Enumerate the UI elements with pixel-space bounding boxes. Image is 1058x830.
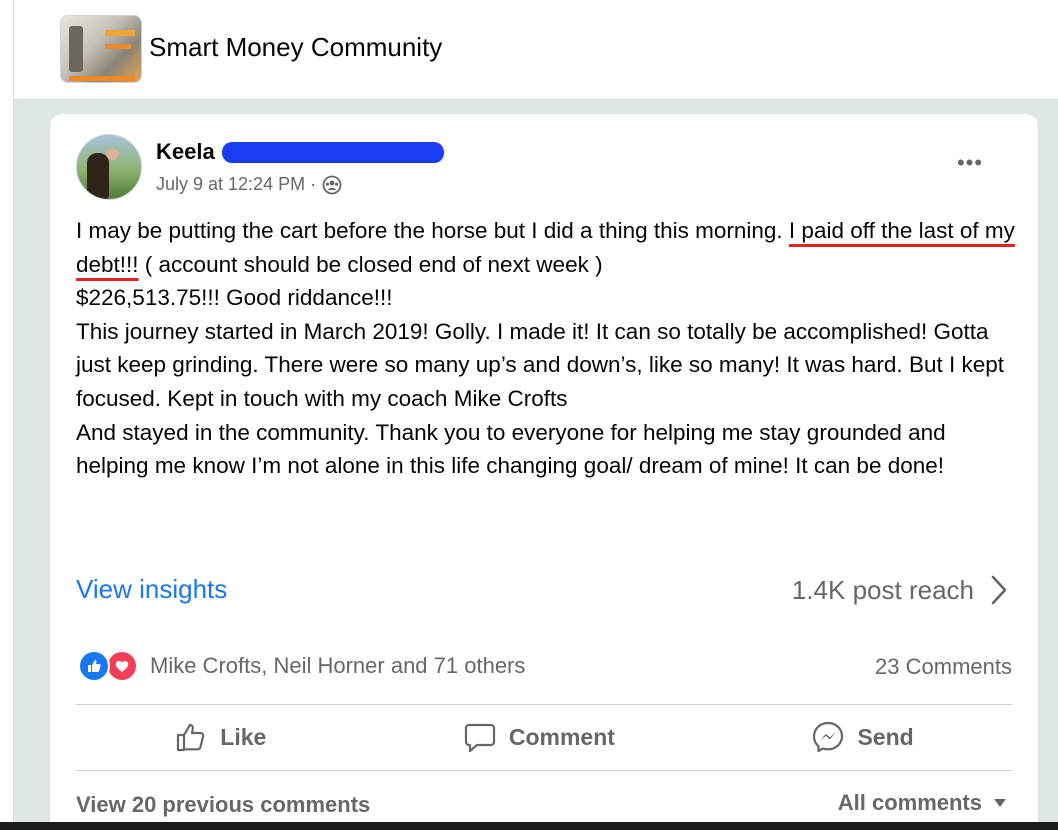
group-audience-icon	[322, 175, 342, 194]
reactions-summary[interactable]: Mike Crofts, Neil Horner and 71 others	[78, 650, 525, 682]
comment-label: Comment	[508, 723, 615, 750]
sidebar-edge	[0, 0, 14, 830]
like-reaction-icon	[78, 650, 110, 682]
comment-bubble-icon	[464, 723, 495, 753]
post-meta: July 9 at 12:24 PM ·	[156, 174, 342, 195]
divider	[76, 770, 1012, 771]
author-name[interactable]: Keela	[156, 139, 215, 165]
post-timestamp[interactable]: July 9 at 12:24 PM ·	[156, 174, 316, 195]
all-comments-dropdown[interactable]: All comments	[838, 790, 1006, 816]
like-button[interactable]: Like	[150, 712, 290, 762]
view-insights-link[interactable]: View insights	[76, 574, 227, 605]
view-previous-comments-link[interactable]: View 20 previous comments	[76, 792, 370, 818]
post-paragraph: $226,513.75!!! Good riddance!!!	[76, 285, 393, 311]
more-options-button[interactable]: •••	[950, 150, 990, 175]
like-label: Like	[220, 723, 267, 750]
comments-count-link[interactable]: 23 Comments	[875, 654, 1012, 680]
comment-button[interactable]: Comment	[439, 712, 639, 762]
thumbs-up-icon	[177, 723, 205, 752]
group-cover-thumbnail[interactable]	[60, 15, 142, 83]
send-label: Send	[857, 723, 914, 750]
post-reach-label: 1.4K post reach	[791, 574, 974, 605]
post-paragraph: This journey started in March 2019! Goll…	[76, 318, 1004, 411]
post-paragraph: And stayed in the community. Thank you t…	[76, 419, 946, 479]
chevron-right-icon	[991, 575, 1007, 605]
caret-down-icon	[994, 799, 1006, 807]
post-body: I may be putting the cart before the hor…	[76, 214, 1016, 483]
post-reach-link[interactable]: 1.4K post reach	[792, 574, 1008, 606]
bottom-edge	[0, 822, 1058, 830]
all-comments-label: All comments	[837, 790, 982, 815]
messenger-icon	[813, 721, 844, 753]
redaction-mark	[222, 142, 444, 163]
post-paragraph: I may be putting the cart before the hor…	[76, 214, 1016, 281]
send-button[interactable]: Send	[787, 712, 937, 762]
love-reaction-icon	[106, 650, 138, 682]
post-text-segment: ( account should be closed end of next w…	[138, 251, 603, 277]
post-actions-bar: Like Comment Send	[76, 704, 1012, 770]
group-header: Smart Money Community	[14, 0, 1058, 100]
group-name[interactable]: Smart Money Community	[149, 32, 442, 63]
post-text-segment: I may be putting the cart before the hor…	[76, 218, 789, 243]
author-avatar[interactable]	[76, 134, 142, 200]
reactions-text: Mike Crofts, Neil Horner and 71 others	[150, 653, 526, 678]
reaction-icons	[78, 650, 142, 682]
post-card: Keela July 9 at 12:24 PM · ••• I may be …	[50, 114, 1038, 830]
